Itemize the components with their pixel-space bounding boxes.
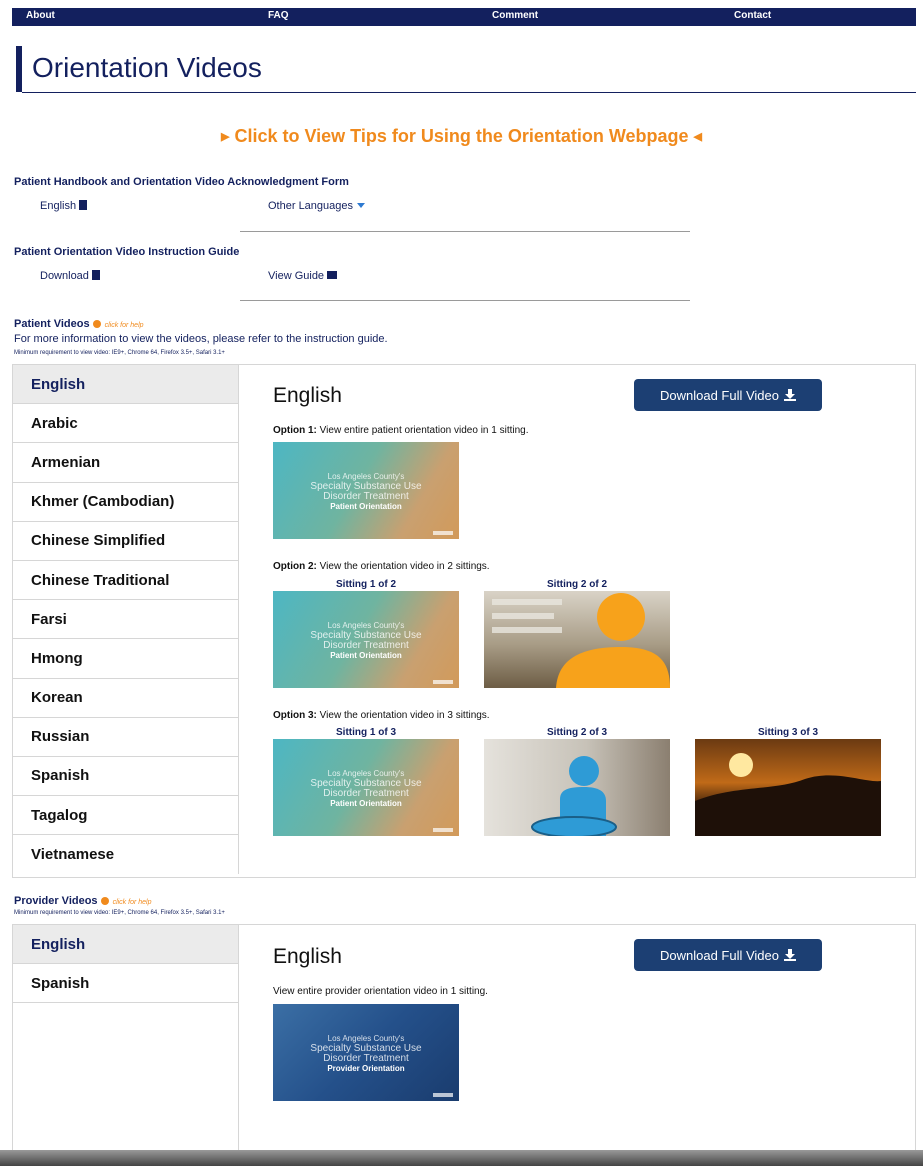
other-languages-dropdown[interactable]: Other Languages: [268, 200, 366, 212]
nav-faq[interactable]: FAQ: [268, 10, 289, 21]
person-silhouette-icon: [492, 593, 670, 688]
patient-videos-title: Patient Videos: [14, 318, 90, 330]
top-nav: About FAQ Comment Contact: [12, 8, 916, 26]
pdf-icon: [79, 200, 88, 210]
tab-english[interactable]: English: [13, 365, 238, 405]
provider-videos-heading: Provider Videos click for help: [14, 895, 151, 907]
provider-videos-panel: English Spanish English Download Full Vi…: [12, 924, 916, 1160]
tips-link-label: Click to View Tips for Using the Orienta…: [234, 126, 689, 146]
book-icon: [327, 271, 338, 279]
tab-hmong[interactable]: Hmong: [13, 639, 238, 679]
option3-sitting3-thumbnail[interactable]: [695, 739, 881, 836]
pdf-icon: [91, 270, 100, 280]
provider-download-full-video-button[interactable]: Download Full Video: [634, 939, 822, 971]
patient-help-link[interactable]: click for help: [105, 322, 144, 329]
option2-sitting2-label: Sitting 2 of 2: [547, 579, 607, 590]
nav-about[interactable]: About: [26, 10, 55, 21]
triangle-left-icon: ◀: [693, 131, 703, 143]
ack-form-english-label: English: [40, 200, 77, 212]
option3-sitting1-label: Sitting 1 of 3: [336, 727, 396, 738]
provider-video-thumbnail[interactable]: Los Angeles County's Specialty Substance …: [273, 1004, 459, 1101]
nav-comment[interactable]: Comment: [492, 10, 538, 21]
download-button-label: Download Full Video: [660, 387, 779, 403]
download-icon: [784, 389, 796, 401]
tab-english[interactable]: English: [13, 925, 238, 965]
option1-video-thumbnail[interactable]: Los Angeles County's Specialty Substance …: [273, 442, 459, 539]
seated-person-icon: [531, 756, 617, 836]
dph-logo-icon: [433, 531, 453, 535]
guide-download-link[interactable]: Download: [40, 270, 100, 282]
view-guide-link[interactable]: View Guide: [268, 270, 338, 282]
help-icon[interactable]: [92, 320, 101, 328]
tab-arabic[interactable]: Arabic: [13, 404, 238, 444]
sunset-icon: [695, 753, 881, 836]
option3-sitting1-thumbnail[interactable]: Los Angeles County's Specialty Substance …: [273, 739, 459, 836]
option2-sitting1-thumbnail[interactable]: Los Angeles County's Specialty Substance …: [273, 591, 459, 688]
triangle-right-icon: ▶: [220, 131, 230, 143]
download-icon: [784, 949, 796, 961]
divider: [240, 231, 690, 232]
option2-text: Option 2: View the orientation video in …: [273, 561, 490, 572]
tab-russian[interactable]: Russian: [13, 718, 238, 757]
ack-form-english-link[interactable]: English: [40, 200, 88, 212]
tab-armenian[interactable]: Armenian: [13, 443, 238, 483]
tab-spanish[interactable]: Spanish: [13, 964, 238, 1004]
patient-videos-requirement: Minimum requirement to view video: IE9+,…: [14, 350, 225, 356]
instruction-guide-heading: Patient Orientation Video Instruction Gu…: [14, 246, 240, 258]
other-languages-label: Other Languages: [268, 200, 354, 212]
option3-sitting2-label: Sitting 2 of 3: [547, 727, 607, 738]
option2-sitting2-thumbnail[interactable]: [484, 591, 670, 688]
help-icon[interactable]: [100, 897, 109, 905]
tips-link[interactable]: ▶ Click to View Tips for Using the Orien…: [0, 126, 923, 147]
guide-download-label: Download: [40, 270, 89, 282]
thumbnail-title: Los Angeles County's Specialty Substance …: [310, 621, 422, 660]
patient-videos-panel: English Arabic Armenian Khmer (Cambodian…: [12, 364, 916, 878]
thumbnail-title: Los Angeles County's Specialty Substance …: [310, 769, 422, 808]
dph-logo-icon: [433, 680, 453, 684]
nav-contact[interactable]: Contact: [734, 10, 771, 21]
option1-text: Option 1: View entire patient orientatio…: [273, 425, 529, 436]
patient-language-tabs: English Arabic Armenian Khmer (Cambodian…: [13, 365, 239, 875]
patient-videos-heading: Patient Videos click for help: [14, 318, 144, 330]
option3-text: Option 3: View the orientation video in …: [273, 710, 490, 721]
provider-videos-title: Provider Videos: [14, 895, 98, 907]
tab-tagalog[interactable]: Tagalog: [13, 796, 238, 836]
provider-option-text: View entire provider orientation video i…: [273, 986, 488, 997]
provider-videos-requirement: Minimum requirement to view video: IE9+,…: [14, 910, 225, 916]
thumbnail-title: Los Angeles County's Specialty Substance …: [310, 472, 422, 511]
thumbnail-title: Los Angeles County's Specialty Substance …: [310, 1034, 422, 1073]
tab-chinese-traditional[interactable]: Chinese Traditional: [13, 561, 238, 601]
tab-chinese-simplified[interactable]: Chinese Simplified: [13, 522, 238, 561]
patient-content-title: English: [273, 384, 342, 407]
patient-download-full-video-button[interactable]: Download Full Video: [634, 379, 822, 411]
provider-content-title: English: [273, 945, 342, 968]
ack-form-heading: Patient Handbook and Orientation Video A…: [14, 176, 349, 188]
tab-korean[interactable]: Korean: [13, 679, 238, 718]
title-accent-bar: [16, 46, 22, 92]
divider: [240, 300, 690, 301]
option3-sitting2-thumbnail[interactable]: [484, 739, 670, 836]
tab-farsi[interactable]: Farsi: [13, 600, 238, 640]
dph-logo-icon: [433, 1093, 453, 1097]
view-guide-label: View Guide: [268, 270, 325, 282]
page-title: Orientation Videos: [32, 52, 262, 83]
option2-sitting1-label: Sitting 1 of 2: [336, 579, 396, 590]
option3-sitting3-label: Sitting 3 of 3: [758, 727, 818, 738]
patient-videos-info: For more information to view the videos,…: [14, 333, 388, 345]
tab-khmer[interactable]: Khmer (Cambodian): [13, 483, 238, 522]
chevron-down-icon: [357, 203, 366, 208]
provider-language-tabs: English Spanish: [13, 925, 239, 1159]
title-divider: [22, 92, 916, 93]
dph-logo-icon: [433, 828, 453, 832]
bottom-edge-shadow: [0, 1150, 923, 1166]
download-button-label: Download Full Video: [660, 947, 779, 963]
provider-help-link[interactable]: click for help: [113, 899, 152, 906]
tab-vietnamese[interactable]: Vietnamese: [13, 835, 238, 874]
tab-spanish[interactable]: Spanish: [13, 757, 238, 797]
